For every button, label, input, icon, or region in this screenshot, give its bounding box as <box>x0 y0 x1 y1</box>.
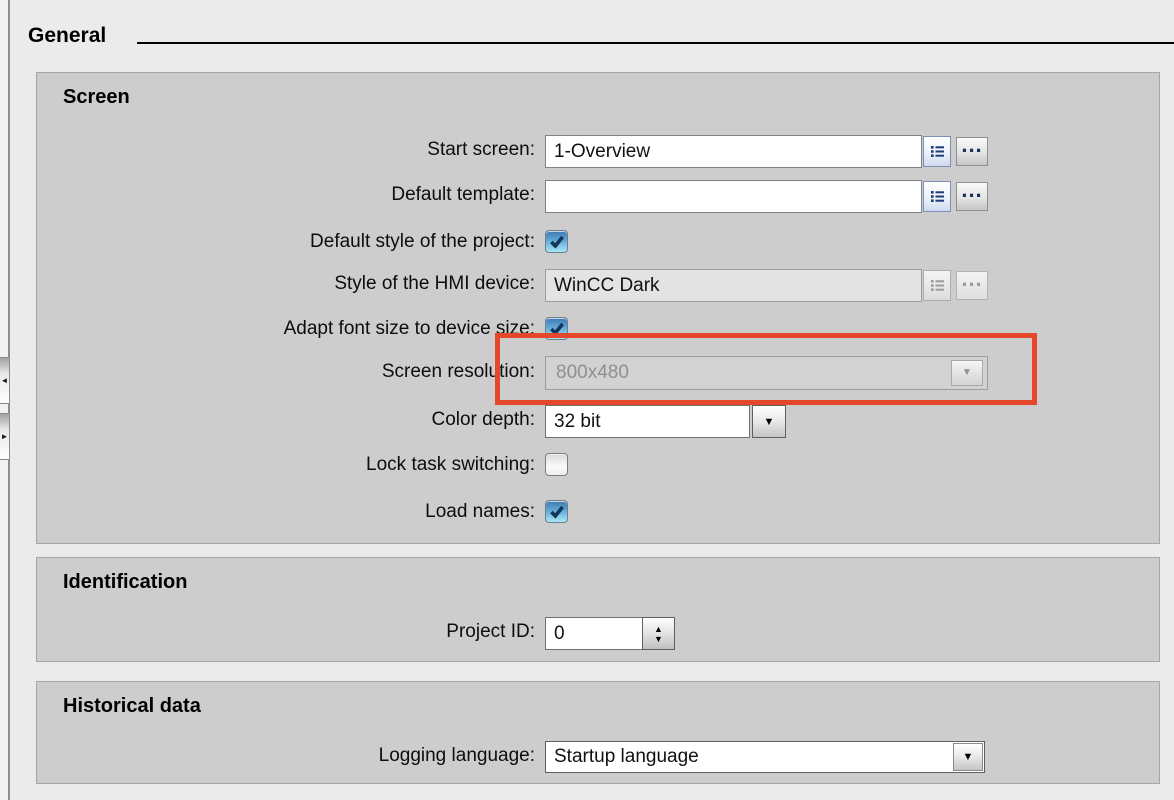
default-template-field: ... <box>545 180 988 213</box>
project-id-field: 0 ▲ ▼ <box>545 617 675 650</box>
hmi-style-label: Style of the HMI device: <box>40 273 535 295</box>
ellipsis-icon: ... <box>961 266 982 292</box>
page-title: General <box>28 24 106 48</box>
browse-button[interactable]: ... <box>956 271 988 300</box>
section-screen-title: Screen <box>63 86 130 109</box>
hmi-style-field: WinCC Dark ... <box>545 269 988 302</box>
logging-language-dropdown[interactable]: Startup language ▼ <box>545 741 985 773</box>
lock-task-label: Lock task switching: <box>40 453 535 476</box>
project-id-label: Project ID: <box>40 621 535 643</box>
spinner-down-icon[interactable]: ▼ <box>654 634 663 644</box>
chevron-down-icon: ▼ <box>962 357 972 389</box>
adapt-font-checkbox[interactable] <box>545 317 568 340</box>
dropdown-arrow-button[interactable]: ▼ <box>953 743 983 771</box>
object-list-button[interactable] <box>923 136 951 167</box>
default-style-label: Default style of the project: <box>40 230 535 253</box>
project-id-input[interactable]: 0 <box>545 617 643 650</box>
checkmark-icon <box>548 503 566 521</box>
screen-resolution-label: Screen resolution: <box>40 361 535 383</box>
logging-language-value[interactable]: Startup language <box>546 742 952 772</box>
ellipsis-icon: ... <box>961 177 982 203</box>
expand-right-button[interactable]: ► <box>0 413 10 460</box>
start-screen-label: Start screen: <box>40 139 535 161</box>
chevron-down-icon: ▼ <box>764 416 775 428</box>
hmi-style-input[interactable]: WinCC Dark <box>545 269 922 302</box>
spinner-up-icon[interactable]: ▲ <box>654 624 663 634</box>
screen-resolution-dropdown[interactable]: 800x480 ▼ <box>545 356 988 390</box>
object-list-button[interactable] <box>923 181 951 212</box>
logging-language-label: Logging language: <box>40 745 535 767</box>
color-depth-value[interactable]: 32 bit <box>545 405 750 438</box>
color-depth-dropdown[interactable]: 32 bit ▼ <box>545 405 786 438</box>
dropdown-arrow-button[interactable]: ▼ <box>951 360 983 386</box>
list-icon <box>929 277 946 294</box>
dropdown-arrow-button[interactable]: ▼ <box>752 405 786 438</box>
chevron-down-icon: ▼ <box>963 751 974 763</box>
section-identification-title: Identification <box>63 571 187 594</box>
adapt-font-label: Adapt font size to device size: <box>40 317 535 340</box>
default-template-label: Default template: <box>40 184 535 206</box>
checkmark-icon <box>548 233 566 251</box>
object-list-button[interactable] <box>923 270 951 301</box>
start-screen-field: 1-Overview ... <box>545 135 988 168</box>
list-icon <box>929 143 946 160</box>
checkmark-icon <box>548 320 566 338</box>
load-names-checkbox[interactable] <box>545 500 568 523</box>
screen-resolution-value: 800x480 <box>556 362 629 383</box>
browse-button[interactable]: ... <box>956 182 988 211</box>
color-depth-label: Color depth: <box>40 409 535 431</box>
spinner-buttons[interactable]: ▲ ▼ <box>642 617 675 650</box>
section-historical-data-title: Historical data <box>63 695 201 718</box>
default-style-checkbox[interactable] <box>545 230 568 253</box>
browse-button[interactable]: ... <box>956 137 988 166</box>
start-screen-input[interactable]: 1-Overview <box>545 135 922 168</box>
arrow-left-icon: ◄ <box>1 376 9 385</box>
title-rule <box>137 42 1174 44</box>
load-names-label: Load names: <box>40 500 535 523</box>
ellipsis-icon: ... <box>961 132 982 158</box>
default-template-input[interactable] <box>545 180 922 213</box>
lock-task-checkbox[interactable] <box>545 453 568 476</box>
arrow-right-icon: ► <box>1 432 9 441</box>
list-icon <box>929 188 946 205</box>
collapse-left-button[interactable]: ◄ <box>0 357 10 404</box>
